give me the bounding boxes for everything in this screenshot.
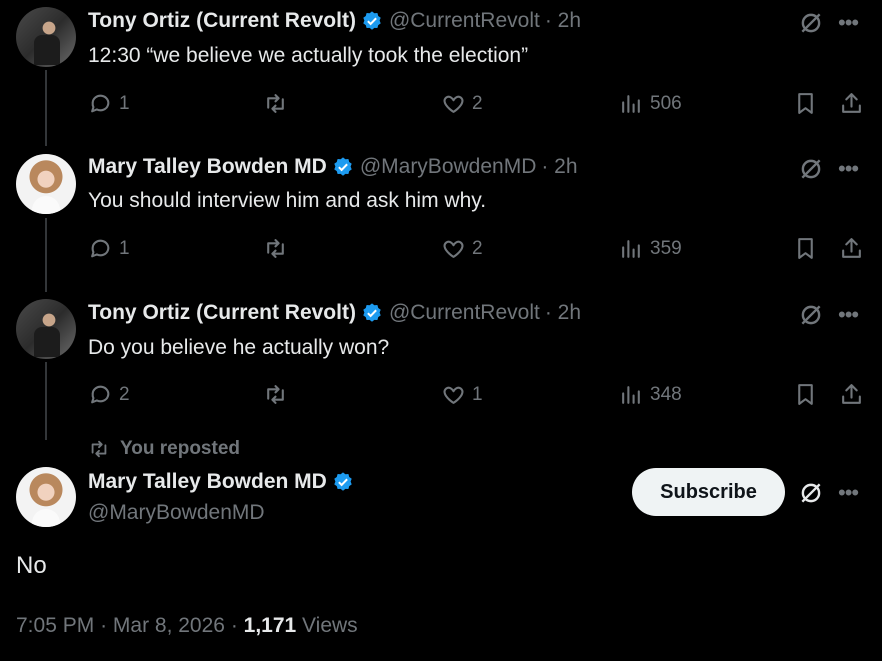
post-header: Tony Ortiz (Current Revolt) @CurrentRevo… [88,9,581,33]
views-count: 506 [650,92,682,114]
more-icon[interactable]: ••• [838,480,859,506]
views-button[interactable]: 348 [619,382,682,407]
post-text: No [16,552,47,579]
share-icon [842,238,861,258]
share-icon [842,93,861,113]
post-time[interactable]: · 2h [541,155,577,179]
grok-icon[interactable] [798,480,824,506]
post-meta: 7:05 PM · Mar 8, 2026 · 1,171 Views [16,614,358,637]
post-header: Tony Ortiz (Current Revolt) @CurrentRevo… [88,301,581,325]
like-button[interactable]: 2 [441,91,483,116]
views-icon [622,386,640,404]
grok-icon[interactable] [798,302,824,328]
like-icon [443,95,464,113]
post-header: Mary Talley Bowden MD [88,470,360,494]
like-count: 2 [472,237,483,259]
verified-badge-icon [363,303,381,322]
reply-count: 1 [119,237,130,259]
thread-connector [45,218,47,292]
bookmark-icon [798,384,813,405]
post-time[interactable]: · 2h [545,301,581,325]
share-button[interactable] [839,236,864,261]
post-menu: ••• [798,480,859,506]
reply-count: 2 [119,383,130,405]
repost-label: You reposted [120,438,240,459]
avatar[interactable] [16,467,76,527]
views-button[interactable]: 506 [619,91,682,116]
like-count: 2 [472,92,483,114]
more-icon[interactable]: ••• [838,156,859,182]
post-text: Do you believe he actually won? [88,336,390,359]
author-name[interactable]: Tony Ortiz (Current Revolt) [88,9,356,33]
like-button[interactable]: 1 [441,382,483,407]
post-time[interactable]: 7:05 PM [16,614,94,637]
action-bar: 2 1 348 [88,382,868,408]
post-header: Mary Talley Bowden MD @MaryBowdenMD · 2h [88,155,578,179]
post-date[interactable]: Mar 8, 2026 [113,614,225,637]
views-count: 348 [650,383,682,405]
views-count: 359 [650,237,682,259]
author-name[interactable]: Tony Ortiz (Current Revolt) [88,301,356,325]
views-icon [622,95,640,113]
avatar[interactable] [16,7,76,67]
repost-indicator: You reposted [88,438,240,460]
author-handle[interactable]: @MaryBowdenMD [360,155,537,179]
like-count: 1 [472,383,483,405]
post-menu: ••• [798,156,859,182]
avatar[interactable] [16,299,76,359]
share-button[interactable] [839,382,864,407]
author-name[interactable]: Mary Talley Bowden MD [88,470,327,494]
author-handle[interactable]: @MaryBowdenMD [88,501,265,525]
author-handle[interactable]: @CurrentRevolt [389,9,540,33]
repost-icon [267,94,284,113]
like-icon [443,240,464,258]
more-icon[interactable]: ••• [838,10,859,36]
post-time[interactable]: · 2h [545,9,581,33]
subscribe-button[interactable]: Subscribe [632,468,785,516]
reply-icon [91,239,110,258]
bookmark-button[interactable] [793,91,818,116]
views-label: Views [302,614,358,637]
verified-badge-icon [334,472,352,491]
like-icon [443,386,464,404]
post-menu: ••• [798,302,859,328]
views-button[interactable]: 359 [619,236,682,261]
reply-button[interactable]: 1 [88,236,130,261]
bookmark-icon [798,238,813,259]
views-icon [622,240,640,258]
author-name[interactable]: Mary Talley Bowden MD [88,155,327,179]
action-bar: 1 2 506 [88,91,868,117]
like-button[interactable]: 2 [441,236,483,261]
views-count: 1,171 [243,614,297,637]
repost-icon [267,385,284,404]
grok-icon[interactable] [798,156,824,182]
grok-icon[interactable] [798,10,824,36]
share-button[interactable] [839,91,864,116]
reply-button[interactable]: 2 [88,382,130,407]
reply-icon [91,385,110,404]
bookmark-button[interactable] [793,382,818,407]
post-menu: ••• [798,10,859,36]
repost-icon [91,440,107,458]
verified-badge-icon [363,11,381,30]
repost-button[interactable] [263,236,294,261]
verified-badge-icon [334,157,352,176]
action-bar: 1 2 359 [88,236,868,262]
repost-icon [267,239,284,258]
author-handle[interactable]: @CurrentRevolt [389,301,540,325]
post-text: 12:30 “we believe we actually took the e… [88,44,529,67]
more-icon[interactable]: ••• [838,302,859,328]
bookmark-icon [798,93,813,114]
reply-icon [91,94,110,113]
reply-count: 1 [119,92,130,114]
thread-connector [45,70,47,146]
thread-connector [45,362,47,440]
avatar[interactable] [16,154,76,214]
post-text: You should interview him and ask him why… [88,189,487,212]
repost-button[interactable] [263,382,294,407]
share-icon [842,384,861,404]
reply-button[interactable]: 1 [88,91,130,116]
bookmark-button[interactable] [793,236,818,261]
repost-button[interactable] [263,91,294,116]
